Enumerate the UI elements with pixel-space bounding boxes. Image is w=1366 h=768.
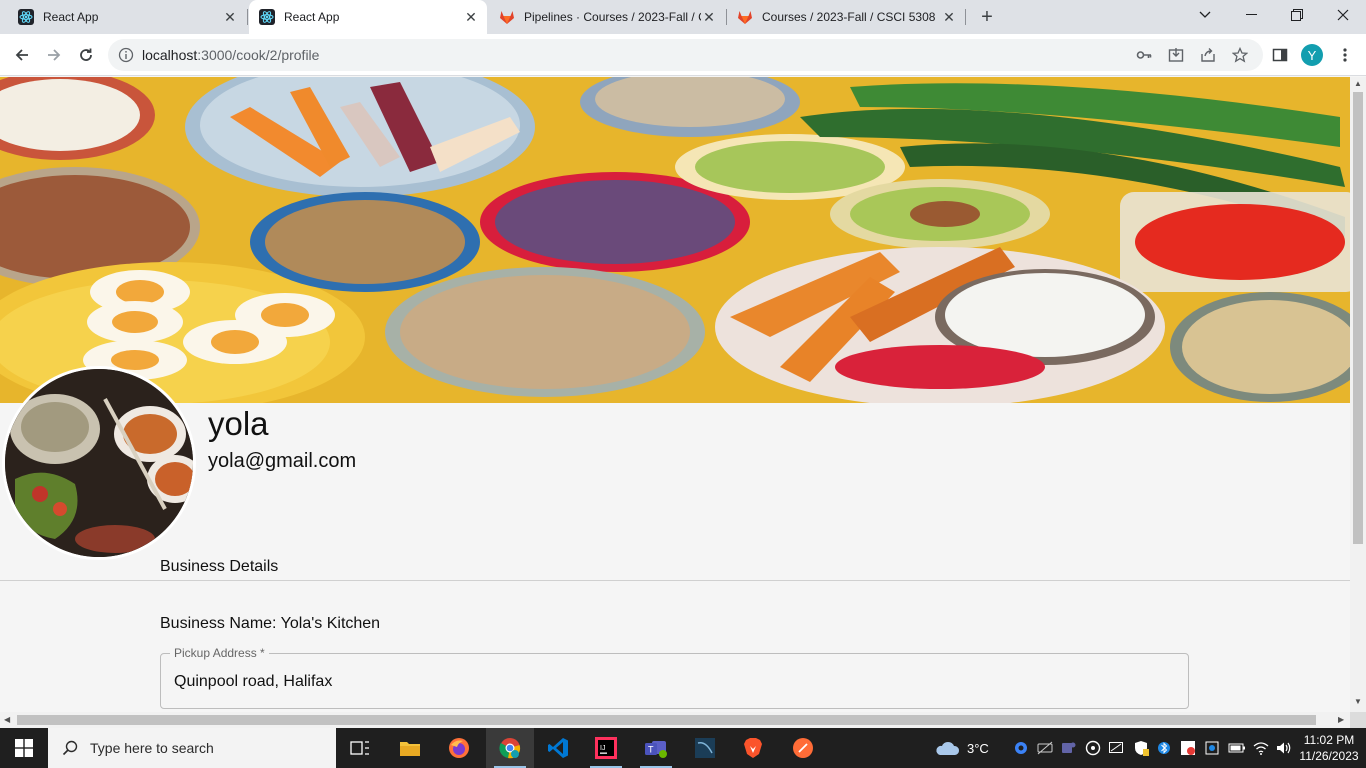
business-details-heading: Business Details bbox=[160, 558, 279, 575]
weather-cloud-icon[interactable] bbox=[934, 740, 960, 761]
tray-teams-icon[interactable] bbox=[1060, 740, 1076, 761]
tray-network-off-icon[interactable] bbox=[1037, 741, 1053, 760]
react-icon bbox=[18, 9, 34, 25]
tab-separator bbox=[965, 9, 966, 25]
restore-button[interactable] bbox=[1274, 0, 1320, 30]
search-placeholder: Type here to search bbox=[90, 740, 214, 756]
scroll-left-arrow-icon[interactable]: ◀ bbox=[4, 715, 10, 724]
browser-tab-strip: React App ✕ React App ✕ Pipelines · Cour… bbox=[0, 0, 1366, 34]
profile-email: yola@gmail.com bbox=[208, 450, 357, 472]
scrollbar-corner bbox=[1350, 712, 1366, 728]
bookmark-star-icon[interactable] bbox=[1226, 41, 1254, 69]
menu-kebab-icon[interactable] bbox=[1331, 41, 1359, 69]
profile-name: yola bbox=[208, 405, 269, 442]
vertical-scroll-thumb[interactable] bbox=[1353, 92, 1363, 544]
url-text: localhost:3000/cook/2/profile bbox=[142, 47, 319, 63]
reload-button[interactable] bbox=[72, 41, 100, 69]
scroll-down-arrow-icon[interactable]: ▼ bbox=[1354, 697, 1362, 706]
share-icon[interactable] bbox=[1194, 41, 1222, 69]
tray-browser-icon[interactable] bbox=[1014, 741, 1028, 760]
search-icon bbox=[62, 740, 78, 756]
gitlab-icon bbox=[499, 9, 515, 25]
pickup-address-field[interactable]: Pickup Address * Quinpool road, Halifax bbox=[160, 646, 1189, 709]
tray-antivirus-icon[interactable] bbox=[1180, 740, 1196, 761]
horizontal-scrollbar[interactable]: ◀ ▶ bbox=[0, 712, 1350, 728]
section-divider bbox=[0, 580, 1350, 581]
task-view-icon[interactable] bbox=[336, 728, 384, 768]
minimize-button[interactable] bbox=[1228, 0, 1274, 30]
intellij-icon[interactable]: IJ bbox=[582, 728, 630, 768]
taskbar-search-box[interactable]: Type here to search bbox=[48, 728, 336, 768]
cover-banner-image bbox=[0, 77, 1350, 403]
vertical-scrollbar[interactable]: ▲ ▼ bbox=[1350, 77, 1366, 712]
clock-time: 11:02 PM bbox=[1303, 733, 1355, 747]
profile-avatar-photo bbox=[2, 366, 196, 560]
postman-icon[interactable] bbox=[779, 728, 827, 768]
chrome-taskbar-icon[interactable] bbox=[486, 728, 534, 768]
tab-react-app-2[interactable]: React App ✕ bbox=[249, 0, 487, 34]
svg-text:T: T bbox=[648, 745, 654, 755]
teams-icon[interactable]: T bbox=[632, 728, 680, 768]
browser-toolbar: localhost:3000/cook/2/profile Y bbox=[0, 34, 1366, 76]
weather-temperature[interactable]: 3°C bbox=[967, 741, 989, 756]
page-viewport: yola yola@gmail.com Business Details Bus… bbox=[0, 77, 1350, 712]
business-name-label: Business Name: bbox=[160, 615, 277, 632]
tray-storage-icon[interactable] bbox=[1204, 740, 1220, 761]
tab-separator bbox=[247, 9, 248, 25]
business-name-row: Business Name: Yola's Kitchen bbox=[160, 615, 380, 633]
close-tab-icon[interactable]: ✕ bbox=[222, 9, 238, 25]
back-button[interactable] bbox=[8, 41, 36, 69]
tab-pipelines[interactable]: Pipelines · Courses / 2023-Fall / C ✕ bbox=[489, 0, 725, 34]
firefox-icon[interactable] bbox=[435, 728, 483, 768]
pickup-address-label: Pickup Address * bbox=[170, 646, 269, 660]
install-app-icon[interactable] bbox=[1162, 41, 1190, 69]
react-icon bbox=[259, 9, 275, 25]
address-bar[interactable]: localhost:3000/cook/2/profile bbox=[108, 39, 1263, 71]
brave-icon[interactable] bbox=[729, 728, 777, 768]
clock-date: 11/26/2023 bbox=[1299, 749, 1359, 763]
windows-taskbar: Type here to search IJ T 3°C 11:02 PM 11… bbox=[0, 728, 1366, 768]
tray-security-icon[interactable] bbox=[1133, 740, 1149, 761]
key-icon[interactable] bbox=[1130, 41, 1158, 69]
close-tab-icon[interactable]: ✕ bbox=[463, 9, 479, 25]
mysql-workbench-icon[interactable] bbox=[681, 728, 729, 768]
scroll-up-arrow-icon[interactable]: ▲ bbox=[1354, 79, 1362, 88]
volume-icon[interactable] bbox=[1276, 741, 1292, 760]
wifi-icon[interactable] bbox=[1253, 741, 1269, 760]
tray-display-icon[interactable] bbox=[1108, 740, 1124, 761]
vscode-icon[interactable] bbox=[534, 728, 582, 768]
bluetooth-icon[interactable] bbox=[1158, 740, 1170, 761]
tab-title: React App bbox=[43, 10, 99, 24]
close-tab-icon[interactable]: ✕ bbox=[941, 9, 957, 25]
business-name-value: Yola's Kitchen bbox=[280, 615, 381, 632]
tab-search-chevron-icon[interactable] bbox=[1182, 0, 1228, 30]
gitlab-icon bbox=[737, 9, 753, 25]
tab-title: Courses / 2023-Fall / CSCI 5308 bbox=[762, 10, 936, 24]
url-host: localhost bbox=[142, 47, 198, 63]
tab-title: React App bbox=[284, 10, 340, 24]
tray-sync-icon[interactable] bbox=[1085, 740, 1101, 761]
side-panel-icon[interactable] bbox=[1266, 41, 1294, 69]
tab-courses[interactable]: Courses / 2023-Fall / CSCI 5308 ✕ bbox=[727, 0, 965, 34]
file-explorer-icon[interactable] bbox=[386, 728, 434, 768]
tab-react-app-1[interactable]: React App ✕ bbox=[0, 0, 246, 34]
close-tab-icon[interactable]: ✕ bbox=[701, 9, 717, 25]
close-window-button[interactable] bbox=[1320, 0, 1366, 30]
windows-start-button[interactable] bbox=[0, 728, 48, 768]
scroll-right-arrow-icon[interactable]: ▶ bbox=[1338, 715, 1344, 724]
battery-icon[interactable] bbox=[1228, 741, 1246, 760]
profile-avatar[interactable]: Y bbox=[1301, 44, 1323, 66]
pickup-address-value[interactable]: Quinpool road, Halifax bbox=[174, 673, 332, 691]
forward-button[interactable] bbox=[40, 41, 68, 69]
horizontal-scroll-thumb[interactable] bbox=[17, 715, 1316, 725]
taskbar-clock[interactable]: 11:02 PM 11/26/2023 bbox=[1296, 732, 1362, 764]
site-info-icon[interactable] bbox=[118, 47, 134, 63]
tab-title: Pipelines · Courses / 2023-Fall / C bbox=[524, 10, 701, 24]
new-tab-button[interactable]: + bbox=[976, 7, 998, 29]
svg-text:IJ: IJ bbox=[600, 745, 605, 752]
url-path: :3000/cook/2/profile bbox=[197, 47, 320, 63]
